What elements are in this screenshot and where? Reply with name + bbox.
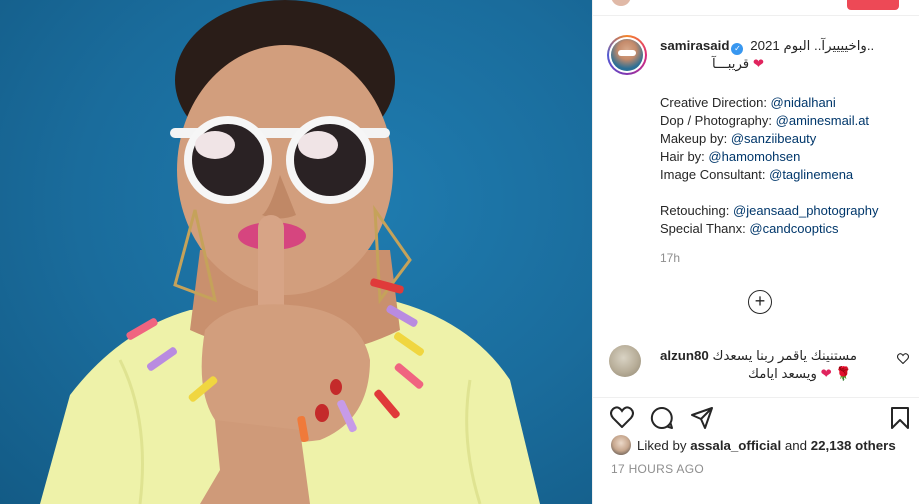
speech-bubble-icon[interactable] (650, 406, 674, 430)
caption-text-line2: قريبـــآ (712, 56, 750, 71)
credit-line: Hair by: @hamomohsen (660, 149, 801, 164)
credit-handle-link[interactable]: @candcooptics (749, 221, 838, 236)
credit-handle-link[interactable]: @nidalhani (771, 95, 836, 110)
likes-summary[interactable]: Liked by assala_official and 22,138 othe… (611, 435, 911, 455)
credit-line: Special Thanx: @candcooptics (660, 221, 839, 236)
credit-handle-link[interactable]: @taglinemena (769, 167, 853, 182)
header-avatar[interactable] (611, 0, 631, 6)
credit-line: Image Consultant: @taglinemena (660, 167, 854, 182)
liker-username[interactable]: assala_official (690, 438, 781, 453)
caption-relative-time: 17h (660, 251, 681, 265)
credit-line: Dop / Photography: @aminesmail.at (660, 113, 870, 128)
header-action-button[interactable] (847, 0, 899, 10)
commenter-username[interactable]: alzun80 (660, 348, 709, 363)
portrait-illustration (40, 0, 540, 504)
credit-line: Makeup by: @sanziibeauty (660, 131, 817, 146)
heart-emoji-icon: ❤ (752, 56, 765, 71)
heart-outline-icon[interactable] (610, 406, 634, 428)
paper-plane-icon[interactable] (690, 406, 714, 430)
post-photo[interactable] (0, 0, 592, 504)
credit-line: Creative Direction: @nidalhani (660, 95, 836, 110)
credit-handle-link[interactable]: @jeansaad_photography (733, 203, 878, 218)
comment-emoji: ❤ 🌹 (820, 366, 852, 381)
bookmark-icon[interactable] (890, 406, 910, 430)
credit-handle-link[interactable]: @aminesmail.at (776, 113, 869, 128)
commenter-avatar[interactable] (609, 345, 641, 377)
verified-badge-icon: ✓ (731, 43, 744, 55)
credits-list: Creative Direction: @nidalhani Dop / Pho… (660, 94, 905, 238)
credit-line: Retouching: @jeansaad_photography (660, 203, 879, 218)
header-strip (593, 0, 919, 16)
credit-handle-link[interactable]: @hamomohsen (708, 149, 800, 164)
post-side-panel: samirasaid ✓ ..واخييييرآ.. البوم 2021 قري… (592, 0, 919, 504)
comment-text-line1: مستنينك ياقمر ربنا يسعدك (712, 348, 858, 363)
author-username[interactable]: samirasaid (660, 38, 729, 53)
liker-avatar (611, 435, 631, 455)
load-more-comments-button[interactable]: + (748, 290, 772, 314)
action-bar (593, 397, 919, 431)
small-heart-icon[interactable] (896, 351, 910, 367)
likes-count[interactable]: 22,138 others (811, 438, 896, 453)
post-timestamp[interactable]: 17 HOURS AGO (611, 462, 704, 476)
author-avatar[interactable] (607, 35, 647, 75)
comment-text-line2: ويسعد ايامك (748, 366, 817, 381)
caption-text-line1: ..واخييييرآ.. البوم 2021 (750, 38, 875, 53)
credit-handle-link[interactable]: @sanziibeauty (731, 131, 816, 146)
